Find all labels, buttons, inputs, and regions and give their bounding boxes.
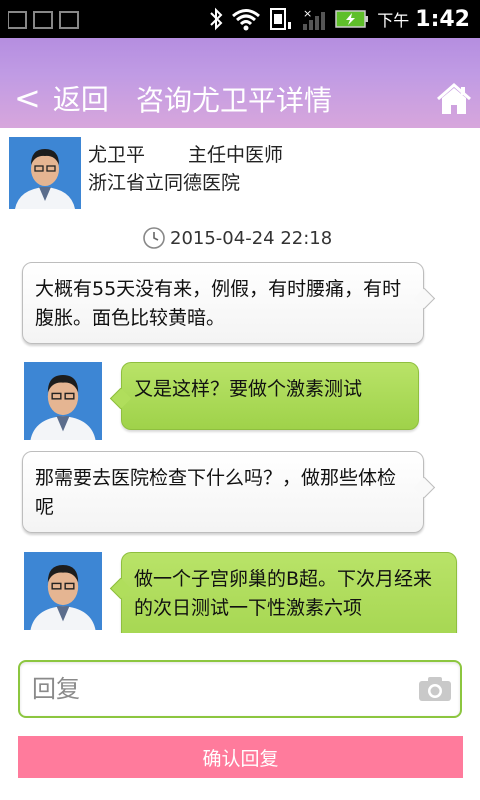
doctor-avatar [9, 137, 81, 209]
wifi-icon [232, 9, 261, 31]
sim-card-icon [270, 8, 292, 30]
doctor-hospital: 浙江省立同德医院 [88, 172, 241, 194]
doctor-portrait-image [24, 552, 102, 630]
reply-input[interactable] [20, 662, 410, 716]
chat-list[interactable]: 大概有55天没有来，例假，有时腰痛，有时腹胀。面色比较黄暗。 又是这样？要做个激… [0, 255, 480, 633]
doctor-message-bubble: 又是这样？要做个激素测试 [121, 362, 419, 430]
home-icon[interactable] [436, 82, 472, 116]
clock-time: 1:42 [415, 6, 470, 32]
doctor-name: 尤卫平 [88, 144, 146, 166]
status-bar: × 下午 1:42 [0, 0, 480, 38]
bluetooth-icon [210, 7, 223, 31]
back-label: 返回 [52, 83, 109, 116]
notification-icons [7, 10, 128, 34]
doctor-title: 主任中医师 [188, 144, 284, 166]
doctor-avatar [24, 552, 102, 630]
reply-box [18, 660, 462, 718]
page-title: 咨询尤卫平详情 [136, 84, 333, 117]
message-timestamp: 2015-04-24 22:18 [142, 225, 332, 251]
back-button[interactable]: < 返回 [14, 78, 109, 118]
camera-icon[interactable] [418, 676, 452, 702]
patient-message-bubble: 那需要去医院检查下什么吗？，做那些体检呢 [22, 451, 424, 533]
doctor-message-bubble: 做一个子宫卵巢的B超。下次月经来的次日测试一下性激素六项 [121, 552, 457, 633]
doctor-portrait-image [24, 362, 102, 440]
patient-message-bubble: 大概有55天没有来，例假，有时腰痛，有时腹胀。面色比较黄暗。 [22, 262, 424, 344]
doctor-portrait-image [9, 137, 81, 209]
signal-icon: × [303, 7, 326, 30]
notification-image-icons [7, 11, 79, 29]
doctor-avatar [24, 362, 102, 440]
battery-charging-icon [335, 10, 369, 28]
timestamp-text: 2015-04-24 22:18 [170, 227, 333, 249]
confirm-reply-button[interactable]: 确认回复 [18, 736, 463, 778]
svg-text:×: × [303, 7, 312, 20]
time-period: 下午 [377, 11, 410, 30]
title-bar: < 返回 咨询尤卫平详情 [0, 38, 480, 128]
chevron-left-icon: < [14, 79, 41, 117]
clock-icon [143, 227, 165, 249]
doctor-header: 尤卫平 主任中医师 浙江省立同德医院 [0, 128, 480, 218]
